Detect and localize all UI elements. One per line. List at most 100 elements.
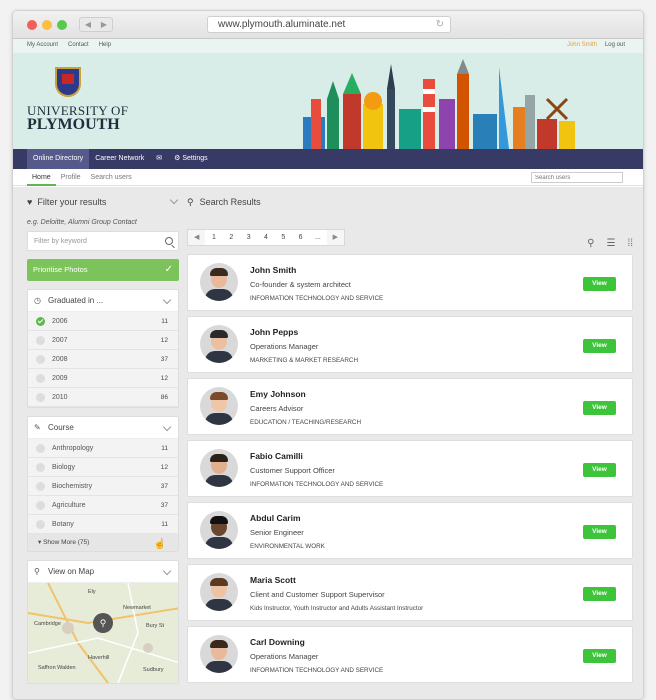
gear-icon: ⚙ <box>174 155 181 162</box>
course-option-count: 11 <box>161 445 168 452</box>
close-window-button[interactable] <box>27 20 37 30</box>
map-search-icon[interactable]: ⚲ <box>93 613 113 633</box>
map-panel-header[interactable]: ⚲ View on Map <box>28 561 178 583</box>
user-link[interactable]: John Smith <box>567 42 597 48</box>
grid-view-icon[interactable]: ⁞⁞ <box>627 238 633 249</box>
result-card: Fabio Camilli Customer Support Officer I… <box>187 440 633 497</box>
person-industry: INFORMATION TECHNOLOGY AND SERVICE <box>250 667 384 674</box>
tab-home[interactable]: Home <box>27 169 56 186</box>
map-view[interactable]: Ely Cambridge Newmarket Bury St Haverhil… <box>28 583 178 683</box>
course-panel: ✎ Course Anthropology 11 Biology 12 Bioc… <box>27 416 179 552</box>
view-profile-button[interactable]: View <box>583 649 616 663</box>
page-button[interactable]: 2 <box>223 230 240 245</box>
show-more-button[interactable]: ▾ Show More (75) ☝ <box>28 534 178 551</box>
next-page-button[interactable]: ▶ <box>326 230 344 245</box>
radio-icon[interactable] <box>36 520 45 529</box>
reload-icon[interactable]: ↻ <box>436 17 444 33</box>
radio-icon[interactable] <box>36 482 45 491</box>
page-button[interactable]: 3 <box>240 230 257 245</box>
graduated-option[interactable]: 2008 37 <box>28 350 178 369</box>
check-icon: ✓ <box>164 264 173 275</box>
nav-online-directory[interactable]: Online Directory <box>27 149 90 169</box>
radio-check-icon[interactable] <box>36 336 45 345</box>
course-option[interactable]: Botany 11 <box>28 515 178 534</box>
help-link[interactable]: Help <box>99 42 111 48</box>
avatar-body <box>205 413 233 425</box>
graduated-option[interactable]: 2009 12 <box>28 369 178 388</box>
radio-check-icon[interactable] <box>36 317 45 326</box>
minimize-window-button[interactable] <box>42 20 52 30</box>
course-option-label: Biology <box>52 464 75 471</box>
list-view-icon[interactable]: ☰ <box>606 238 615 249</box>
tab-search-users[interactable]: Search users <box>86 169 137 186</box>
view-profile-button[interactable]: View <box>583 339 616 353</box>
radio-check-icon[interactable] <box>36 374 45 383</box>
nav-settings[interactable]: ⚙ Settings <box>168 149 214 169</box>
avatar <box>200 387 238 425</box>
person-industry: MARKETING & MARKET RESEARCH <box>250 357 358 364</box>
search-users-input[interactable] <box>531 172 623 183</box>
graduated-option-label: 2006 <box>52 318 68 325</box>
page-button[interactable]: ... <box>309 230 326 245</box>
person-title: Customer Support Officer <box>250 466 335 475</box>
radio-icon[interactable] <box>36 444 45 453</box>
person-name[interactable]: Carl Downing <box>250 637 305 647</box>
university-name-line2: PLYMOUTH <box>27 116 120 133</box>
page-button[interactable]: 6 <box>292 230 309 245</box>
radio-icon[interactable] <box>36 501 45 510</box>
back-arrow-icon[interactable]: ◀ <box>80 18 96 31</box>
course-option[interactable]: Biochemistry 37 <box>28 477 178 496</box>
person-name[interactable]: John Smith <box>250 265 296 275</box>
tab-profile[interactable]: Profile <box>56 169 86 186</box>
radio-check-icon[interactable] <box>36 393 45 402</box>
radio-check-icon[interactable] <box>36 355 45 364</box>
graduated-panel-header[interactable]: ◷ Graduated in ... <box>28 290 178 312</box>
person-name[interactable]: Maria Scott <box>250 575 296 585</box>
maximize-window-button[interactable] <box>57 20 67 30</box>
keyword-filter-input[interactable]: Filter by keyword <box>27 231 179 251</box>
graduated-option[interactable]: 2010 86 <box>28 388 178 407</box>
prev-page-button[interactable]: ◀ <box>188 230 206 245</box>
map-pin-view-icon[interactable]: ⚲ <box>587 238 594 249</box>
view-profile-button[interactable]: View <box>583 463 616 477</box>
person-name[interactable]: Emy Johnson <box>250 389 306 399</box>
graduated-option-count: 11 <box>161 318 168 325</box>
nav-career-network[interactable]: Career Network <box>89 149 150 169</box>
avatar <box>200 635 238 673</box>
view-profile-button[interactable]: View <box>583 525 616 539</box>
person-name[interactable]: Fabio Camilli <box>250 451 303 461</box>
course-option[interactable]: Anthropology 11 <box>28 439 178 458</box>
course-option[interactable]: Agriculture 37 <box>28 496 178 515</box>
person-name[interactable]: John Pepps <box>250 327 298 337</box>
graduated-option-count: 12 <box>160 375 168 382</box>
avatar-body <box>205 537 233 549</box>
messages-icon[interactable]: ✉ <box>150 149 168 169</box>
contact-link[interactable]: Contact <box>68 42 89 48</box>
my-account-link[interactable]: My Account <box>27 42 58 48</box>
result-card: Maria Scott Client and Customer Support … <box>187 564 633 621</box>
radio-icon[interactable] <box>36 463 45 472</box>
course-panel-header[interactable]: ✎ Course <box>28 417 178 439</box>
graduated-option[interactable]: 2007 12 <box>28 331 178 350</box>
page-button[interactable]: 4 <box>257 230 274 245</box>
avatar-body <box>205 475 233 487</box>
page-button[interactable]: 1 <box>205 230 222 245</box>
person-title: Client and Customer Support Supervisor <box>250 590 385 599</box>
browser-chrome: ◀ ▶ www.plymouth.aluminate.net ↻ <box>13 11 643 39</box>
view-profile-button[interactable]: View <box>583 587 616 601</box>
filter-header[interactable]: ♥ Filter your results <box>27 187 179 217</box>
course-option[interactable]: Biology 12 <box>28 458 178 477</box>
search-icon[interactable] <box>165 237 173 245</box>
prioritise-photos-toggle[interactable]: Prioritise Photos ✓ <box>27 259 179 281</box>
logout-link[interactable]: Log out <box>605 42 625 48</box>
forward-arrow-icon[interactable]: ▶ <box>96 18 112 31</box>
view-profile-button[interactable]: View <box>583 401 616 415</box>
address-bar[interactable]: www.plymouth.aluminate.net ↻ <box>207 16 451 33</box>
person-name[interactable]: Abdul Carim <box>250 513 301 523</box>
graduated-list: 2006 11 2007 12 2008 37 2009 12 2010 86 <box>28 312 178 407</box>
person-title: Operations Manager <box>250 652 319 661</box>
url-text: www.plymouth.aluminate.net <box>218 19 346 30</box>
page-button[interactable]: 5 <box>275 230 292 245</box>
view-profile-button[interactable]: View <box>583 277 616 291</box>
graduated-option[interactable]: 2006 11 <box>28 312 178 331</box>
